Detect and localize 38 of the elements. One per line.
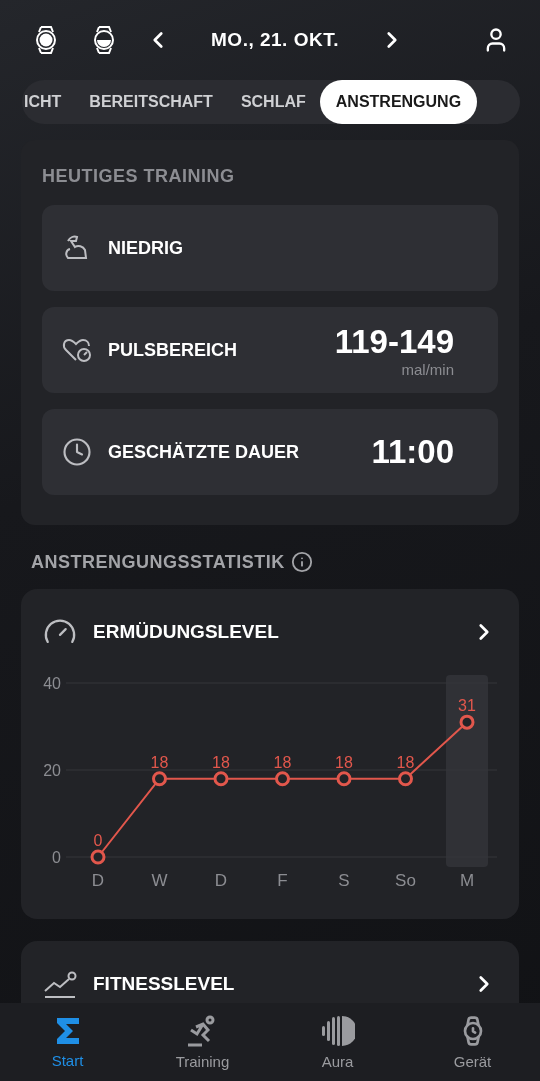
data-label: 18 <box>335 753 353 771</box>
date-label: MO., 21. OKT. <box>210 29 340 51</box>
y-tick-label: 0 <box>52 849 61 866</box>
x-tick-label: D <box>91 871 105 890</box>
stat-card[interactable]: FITNESSLEVEL <box>21 941 519 1003</box>
y-tick-label: 40 <box>43 675 61 692</box>
x-tick-label: D <box>214 871 228 890</box>
data-label: 18 <box>273 753 292 771</box>
row-value: 119-149 <box>334 322 454 361</box>
x-tick-label: W <box>151 871 168 890</box>
stat-title: ERMÜDUNGSLEVEL <box>93 621 280 643</box>
row-value: 11:00 <box>371 433 454 471</box>
tab[interactable]: BEREITSCHAFT <box>75 80 227 124</box>
data-label: 18 <box>396 753 415 771</box>
unit-label: mal/min <box>401 360 454 378</box>
nav-item[interactable]: Start <box>0 1003 135 1081</box>
data-label: 18 <box>212 753 230 771</box>
stat-card[interactable]: ERMÜDUNGSLEVEL 0 20 40 0 18 18 18 18 18 31 D W D F S So M <box>21 589 519 919</box>
data-label: 0 <box>93 832 103 849</box>
data-label: 31 <box>458 697 476 715</box>
row-label: NIEDRIG <box>108 237 184 259</box>
x-tick-label: F <box>277 871 288 890</box>
nav-item[interactable]: Training <box>135 1003 270 1081</box>
nav-item[interactable]: Gerät <box>405 1003 540 1081</box>
x-tick-label: M <box>459 871 475 890</box>
card-title: HEUTIGES TRAINING <box>42 166 236 187</box>
row-label: GESCHÄTZTE DAUER <box>108 441 300 463</box>
section-title: ANSTRENGUNGSSTATISTIK <box>31 551 285 573</box>
row-label: PULSBEREICH <box>108 339 238 361</box>
x-tick-label: So <box>395 871 416 890</box>
x-tick-label: S <box>338 871 350 890</box>
tab[interactable]: SCHLAF <box>226 80 320 124</box>
stat-title: FITNESSLEVEL <box>93 973 236 995</box>
tab[interactable]: ICHT <box>22 80 76 124</box>
y-tick-label: 20 <box>43 762 61 779</box>
tab[interactable]: ANSTRENGUNG <box>319 80 478 124</box>
data-label: 18 <box>150 753 169 771</box>
nav-item[interactable]: Aura <box>270 1003 405 1081</box>
